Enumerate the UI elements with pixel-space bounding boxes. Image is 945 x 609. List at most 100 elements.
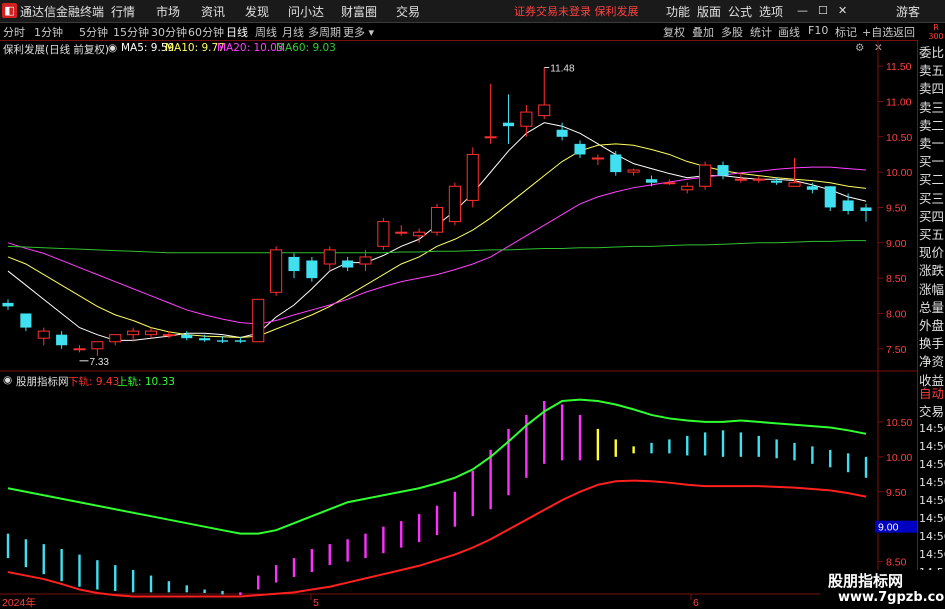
candle-body-21 — [377, 221, 390, 247]
period-30min[interactable]: 30分钟 — [151, 24, 187, 40]
candle-body-15 — [270, 249, 283, 293]
candle-body-4 — [73, 348, 86, 351]
indicator-bar-10 — [185, 585, 188, 593]
candle-body-26 — [466, 153, 479, 201]
tool-multistock[interactable]: 多股 — [721, 24, 743, 40]
candle-body-30 — [538, 104, 551, 117]
candle-body-3 — [56, 334, 68, 346]
side-item-9: 买四 — [919, 208, 945, 224]
maximize-icon[interactable]: ☐ — [818, 4, 828, 17]
indicator-bar-32 — [578, 414, 582, 461]
candle-body-8 — [144, 330, 158, 336]
main-tick-label-0: 11.50 — [886, 61, 912, 73]
guest-label[interactable]: 游客 — [896, 3, 920, 20]
indicator-bar-16 — [292, 558, 296, 577]
side-item-8: 买三 — [919, 190, 945, 206]
main-tick-label-7: 8.00 — [886, 308, 907, 320]
tool-adjust[interactable]: 复权 — [663, 24, 685, 40]
side-time-5: 14:56 — [919, 512, 945, 525]
kline-chart[interactable]: 11.50 11.00 10.50 10.00 9.50 9.00 8.50 8.00 7.50… — [0, 40, 917, 609]
indicator-bar-48 — [864, 456, 868, 478]
indicator-bar-47 — [846, 453, 850, 473]
menu-discover[interactable]: 发现 — [245, 3, 269, 20]
period-60min[interactable]: 60分钟 — [188, 24, 224, 40]
candle-body-43 — [771, 180, 783, 183]
period-monthly[interactable]: 月线 — [282, 24, 304, 40]
tool-f10[interactable]: F10 — [808, 24, 828, 37]
candle-body-2 — [37, 330, 50, 339]
watermark-title: 股朋指标网 — [828, 572, 904, 590]
menu-trade[interactable]: 交易 — [396, 3, 420, 20]
indicator-bar-39 — [703, 432, 707, 456]
indicator-bar-14 — [257, 575, 260, 590]
main-tick-label-3: 10.00 — [886, 167, 912, 179]
scroll-indicator[interactable]: R 300 — [926, 23, 945, 41]
candle-body-25 — [448, 185, 461, 223]
indicator-bar-34 — [614, 439, 617, 457]
side-item-11: 现价 — [919, 245, 945, 261]
side-item-10: 买五 — [919, 227, 945, 242]
indicator-bar-13 — [239, 592, 242, 596]
period-weekly[interactable]: 周线 — [255, 24, 277, 40]
menu-market[interactable]: 市场 — [156, 3, 180, 20]
side-sub-0[interactable]: 自动 — [919, 385, 944, 403]
side-time-1: 14:56 — [919, 440, 945, 453]
candle-body-44 — [788, 182, 801, 187]
menu-function[interactable]: 功能 — [666, 3, 690, 20]
indicator-bar-0 — [6, 533, 10, 559]
menu-news[interactable]: 资讯 — [201, 3, 225, 20]
candle-body-33 — [591, 157, 604, 160]
indicator-bar-3 — [60, 549, 63, 582]
candle-body-17 — [306, 260, 318, 279]
period-timeshare[interactable]: 分时 — [3, 24, 25, 40]
lower-band-line — [7, 479, 867, 598]
menu-layout[interactable]: 版面 — [697, 3, 721, 20]
period-1min[interactable]: 1分钟 — [34, 24, 63, 40]
indicator-bar-8 — [149, 575, 153, 593]
tool-back[interactable]: 返回 — [893, 24, 915, 40]
side-time-2: 14:56 — [919, 458, 945, 471]
tool-stats[interactable]: 统计 — [750, 24, 772, 40]
close-icon[interactable]: ✕ — [838, 4, 847, 17]
side-time-4: 14:56 — [919, 494, 945, 507]
candle-body-6 — [109, 334, 122, 343]
indicator-bar-43 — [775, 439, 778, 459]
menu-wealth[interactable]: 财富圈 — [341, 3, 377, 20]
period-more[interactable]: 更多 ▾ — [343, 24, 374, 40]
side-sub-1[interactable]: 交易 — [919, 403, 944, 421]
tool-add-favorite[interactable]: +自选 — [862, 24, 893, 40]
indicator-bar-31 — [560, 404, 564, 461]
candle-body-12 — [216, 340, 229, 342]
menu-formula[interactable]: 公式 — [728, 3, 752, 20]
menu-quotes[interactable]: 行情 — [111, 3, 135, 20]
indicator-bar-7 — [131, 569, 135, 593]
side-time-7: 14:56 — [919, 548, 945, 561]
indicator-bar-11 — [203, 589, 206, 594]
tool-overlay[interactable]: 叠加 — [692, 24, 714, 40]
indicator-bar-42 — [757, 435, 760, 457]
main-tick-label-5: 9.00 — [886, 238, 907, 250]
candle-body-36 — [645, 179, 658, 183]
candle-body-14 — [252, 298, 265, 343]
ma-line-ma20 — [7, 166, 867, 325]
login-alert[interactable]: 证券交易未登录 保利发展 — [514, 3, 639, 19]
sub-tick-label-0: 10.50 — [886, 417, 912, 429]
tool-draw[interactable]: 画线 — [778, 24, 800, 40]
indicator-bar-25 — [453, 491, 457, 527]
indicator-bar-19 — [346, 539, 349, 562]
side-item-15: 外盘 — [919, 318, 945, 333]
main-tick-label-2: 10.50 — [886, 132, 912, 144]
minimize-icon[interactable]: — — [797, 4, 808, 17]
app-logo-icon: ◧ — [2, 3, 17, 18]
period-5min[interactable]: 5分钟 — [79, 24, 108, 40]
tool-mark[interactable]: 标记 — [835, 24, 857, 40]
menu-ask[interactable]: 问小达 — [288, 3, 324, 20]
menu-options[interactable]: 选项 — [759, 3, 783, 20]
low-annotation: 7.33 — [90, 357, 110, 368]
period-daily[interactable]: 日线 — [226, 24, 248, 40]
period-15min[interactable]: 15分钟 — [113, 24, 149, 40]
candle-body-20 — [359, 256, 372, 265]
indicator-bar-20 — [364, 533, 367, 559]
period-multi[interactable]: 多周期 — [308, 24, 341, 40]
candle-body-0 — [2, 302, 14, 307]
